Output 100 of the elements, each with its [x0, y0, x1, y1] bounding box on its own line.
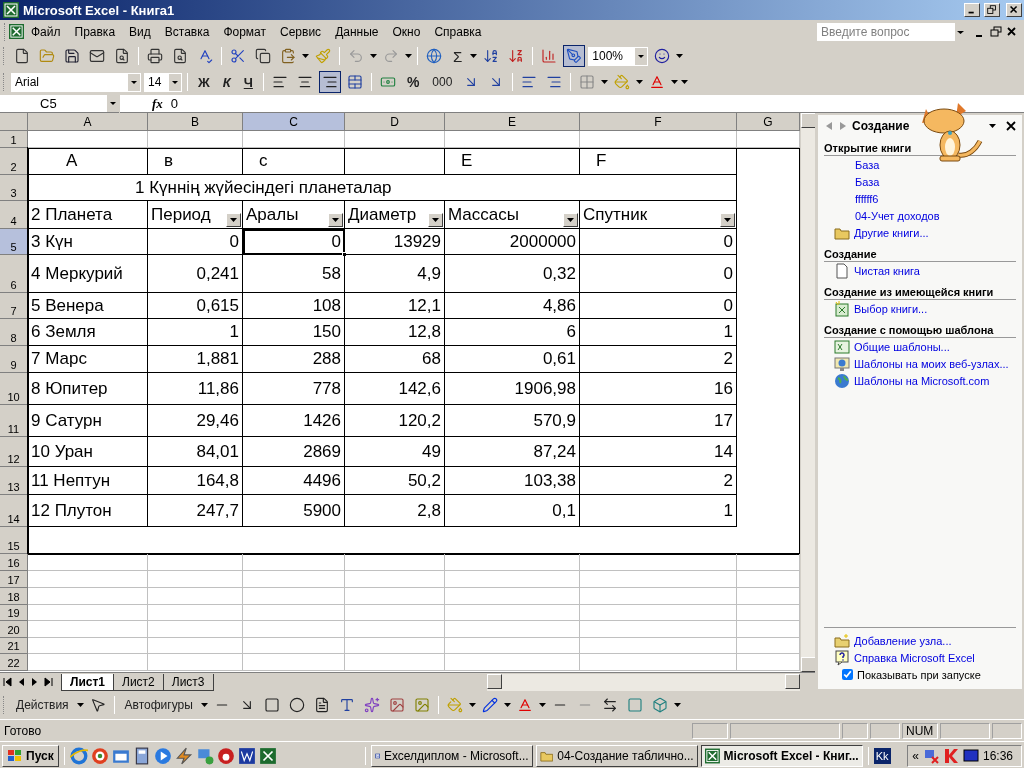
caret-icon[interactable]	[107, 95, 119, 112]
sort-ascending-icon[interactable]	[483, 48, 500, 64]
align-right-icon[interactable]	[321, 74, 338, 90]
vertical-scrollbar[interactable]	[800, 113, 815, 672]
picture-icon[interactable]	[413, 697, 430, 713]
mail-icon[interactable]	[89, 48, 105, 64]
increase-indent-icon[interactable]	[546, 74, 563, 90]
select-all-corner[interactable]	[0, 113, 28, 131]
restore-icon[interactable]	[988, 24, 1004, 39]
caret-icon[interactable]	[635, 47, 648, 65]
caret-icon[interactable]	[302, 54, 309, 58]
row-header[interactable]: 9	[0, 346, 28, 373]
row-header[interactable]: 13	[0, 467, 28, 495]
row-header[interactable]: 22	[0, 654, 28, 671]
row-header[interactable]: 17	[0, 571, 28, 588]
row-header[interactable]: 16	[0, 554, 28, 571]
filter-dropdown-button[interactable]	[720, 213, 735, 227]
caret-icon[interactable]	[538, 703, 546, 707]
filter-dropdown-button[interactable]	[328, 213, 343, 227]
name-box[interactable]: C5	[0, 94, 120, 113]
pane-link[interactable]: Чистая книга	[854, 264, 920, 277]
menu-item[interactable]: Вид	[122, 22, 158, 41]
language-indicator[interactable]: Kk	[873, 747, 891, 764]
fill-color-icon[interactable]	[614, 74, 631, 90]
pane-menu-icon[interactable]	[989, 124, 996, 128]
fill-color-icon[interactable]	[446, 697, 463, 713]
caret-icon[interactable]	[468, 703, 476, 707]
font-color-icon[interactable]	[649, 74, 666, 90]
minimize-button[interactable]	[964, 3, 980, 17]
paste-icon[interactable]	[280, 48, 296, 64]
column-header[interactable]: B	[148, 113, 243, 131]
start-button[interactable]: Пуск	[2, 744, 59, 767]
sheet-tab[interactable]: Лист3	[162, 673, 214, 691]
lightning-icon[interactable]	[174, 746, 193, 765]
row-header[interactable]: 18	[0, 588, 28, 605]
row-header[interactable]: 15	[0, 527, 28, 554]
wordart-icon[interactable]	[338, 697, 355, 713]
align-left-icon[interactable]	[271, 74, 288, 90]
row-header[interactable]: 1	[0, 131, 28, 148]
menu-item[interactable]: Окно	[385, 22, 428, 41]
help-search-field[interactable]: Введите вопрос	[817, 22, 955, 41]
last-sheet-icon[interactable]	[42, 676, 56, 688]
menu-item[interactable]: Правка	[67, 22, 123, 41]
chart-icon[interactable]	[541, 48, 558, 64]
column-header[interactable]: F	[580, 113, 737, 131]
play-icon[interactable]	[153, 746, 172, 765]
pane-link[interactable]: Общие шаблоны...	[854, 340, 950, 353]
filter-dropdown-button[interactable]	[563, 213, 578, 227]
caret-icon[interactable]	[169, 73, 181, 91]
currency-icon[interactable]	[379, 74, 396, 90]
row-header[interactable]: 14	[0, 495, 28, 527]
rectangle-icon[interactable]	[263, 697, 280, 713]
pane-link[interactable]: 04-Учет доходов	[855, 209, 940, 222]
three-d-icon[interactable]	[651, 697, 668, 713]
sort-descending-icon[interactable]	[508, 48, 525, 64]
row-header[interactable]: 5	[0, 229, 28, 255]
row-header[interactable]: 2	[0, 148, 28, 175]
caret-icon[interactable]	[76, 703, 84, 707]
pane-link[interactable]: База	[855, 175, 880, 188]
row-header[interactable]: 20	[0, 621, 28, 638]
row-header[interactable]: 3	[0, 175, 28, 201]
align-center-icon[interactable]	[296, 74, 313, 90]
taskbar-button[interactable]: 04-Создание таблично...	[535, 744, 698, 767]
column-header[interactable]: G	[737, 113, 800, 131]
column-header[interactable]: D	[345, 113, 445, 131]
pane-link[interactable]: Выбор книги...	[854, 302, 928, 315]
expand-tray-button[interactable]: «	[912, 748, 919, 763]
caret-icon[interactable]	[636, 80, 644, 84]
italic-button[interactable]: К	[217, 71, 236, 93]
pane-link[interactable]: База	[855, 158, 880, 171]
caret-icon[interactable]	[503, 703, 511, 707]
filter-dropdown-button[interactable]	[226, 213, 241, 227]
decrease-indent-icon[interactable]	[521, 74, 538, 90]
print-preview-icon[interactable]	[172, 48, 188, 64]
forward-icon[interactable]	[838, 121, 848, 131]
row-header[interactable]: 19	[0, 605, 28, 621]
font-combo[interactable]: Arial	[11, 72, 141, 92]
menu-item[interactable]: Сервис	[273, 22, 329, 41]
percent-button[interactable]: %	[401, 71, 425, 93]
document-icon[interactable]	[237, 746, 256, 765]
spreadsheet-icon[interactable]	[258, 746, 277, 765]
caret-icon[interactable]	[601, 80, 609, 84]
column-header[interactable]: E	[445, 113, 580, 131]
drawing-icon[interactable]	[566, 48, 583, 64]
filter-dropdown-button[interactable]	[428, 213, 443, 227]
underline-button[interactable]: Ч	[238, 71, 258, 93]
row-header[interactable]: 8	[0, 319, 28, 346]
copy-icon[interactable]	[255, 48, 271, 64]
file-search-icon[interactable]	[114, 48, 130, 64]
merge-cells-icon[interactable]	[346, 74, 363, 90]
caret-icon[interactable]	[470, 54, 478, 58]
row-header[interactable]: 12	[0, 437, 28, 467]
back-icon[interactable]	[824, 121, 834, 131]
pane-link[interactable]: ffffff6	[855, 192, 879, 205]
zoom-combo[interactable]: 100%	[588, 46, 649, 66]
network-icon[interactable]	[922, 747, 939, 764]
arrow-style-icon[interactable]	[601, 697, 618, 713]
monitor-icon[interactable]	[962, 747, 979, 764]
toolbar-options-icon[interactable]	[681, 80, 689, 84]
row-header[interactable]: 11	[0, 405, 28, 437]
